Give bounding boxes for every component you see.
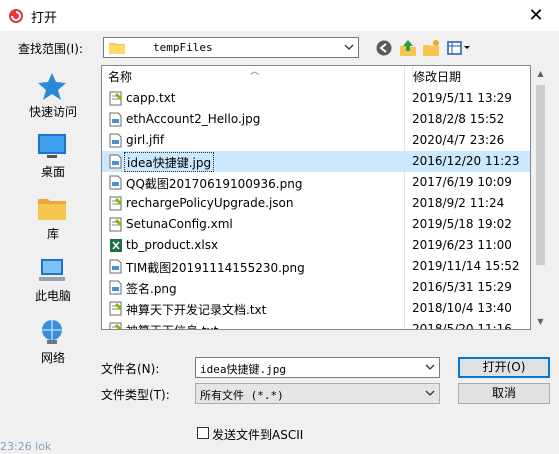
place-quick-access[interactable]: 快速访问: [11, 67, 95, 127]
filetype-select[interactable]: 所有文件 (*.*): [195, 383, 440, 404]
window-title: 打开: [31, 11, 58, 26]
vertical-scrollbar[interactable]: ▲ ▼: [532, 65, 549, 330]
file-row[interactable]: TIM截图20191114155230.png 2019/11/14 15:52: [102, 256, 530, 277]
file-name: 神算天下信息.txt: [126, 322, 218, 329]
app-swirl-icon: [9, 9, 23, 23]
chevron-down-icon: [425, 390, 435, 396]
scroll-up-icon[interactable]: ▲: [532, 65, 549, 82]
filetype-value: 所有文件 (*.*): [200, 389, 284, 402]
place-network[interactable]: 网络: [11, 313, 95, 373]
file-date: 2018/9/2 11:24: [412, 196, 505, 210]
file-name: TIM截图20191114155230.png: [126, 261, 305, 275]
text-file-icon: [109, 196, 123, 211]
place-desktop[interactable]: 桌面: [11, 127, 95, 187]
file-row[interactable]: 神算天下信息.txt 2018/5/20 11:16: [102, 319, 530, 330]
file-row[interactable]: 签名.png 2016/5/31 15:29: [102, 277, 530, 298]
open-button[interactable]: 打开(O): [458, 357, 550, 378]
file-date: 2016/12/20 11:23: [412, 154, 520, 168]
place-label: 桌面: [40, 165, 65, 179]
network-icon: [42, 320, 62, 344]
text-file-icon: [109, 217, 123, 232]
image-file-icon: [109, 133, 123, 148]
file-date: 2018/5/20 11:16: [412, 322, 512, 330]
image-file-icon: [109, 112, 123, 127]
column-header-name[interactable]: 名称: [108, 66, 398, 88]
ascii-label: 发送文件到ASCII: [212, 428, 304, 442]
image-file-icon: [109, 175, 123, 190]
place-label: 此电脑: [34, 289, 71, 303]
scroll-thumb[interactable]: [536, 85, 545, 265]
close-button[interactable]: ✕: [513, 0, 559, 31]
file-row[interactable]: QQ截图20170619100936.png 2017/6/19 10:09: [102, 172, 530, 193]
file-name: rechargePolicyUpgrade.json: [126, 196, 294, 210]
file-name: girl.jfif: [126, 133, 165, 147]
file-row[interactable]: tb_product.xlsx 2019/6/23 11:00: [102, 235, 530, 256]
back-icon[interactable]: [374, 38, 394, 58]
file-name: capp.txt: [126, 91, 176, 105]
chevron-down-icon: [344, 44, 354, 50]
desktop-icon: [38, 134, 66, 158]
file-date: 2019/5/11 13:29: [412, 91, 512, 105]
file-date: 2016/5/31 15:29: [412, 280, 512, 294]
new-folder-icon[interactable]: [421, 38, 441, 58]
file-row[interactable]: 神算天下开发记录文档.txt 2018/10/4 13:40: [102, 298, 530, 319]
excel-file-icon: [109, 238, 123, 253]
place-this-pc[interactable]: 此电脑: [11, 251, 95, 311]
file-name: 签名.png: [126, 282, 177, 296]
background-text: 23:26 lok: [0, 440, 52, 453]
place-library[interactable]: 库: [11, 189, 95, 249]
column-header-date[interactable]: 修改日期: [412, 66, 530, 88]
file-date: 2020/4/7 23:26: [412, 133, 505, 147]
folder-icon: [109, 43, 125, 54]
file-date: 2019/6/23 11:00: [412, 238, 512, 252]
file-name: 神算天下开发记录文档.txt: [126, 303, 267, 317]
file-date: 2019/5/18 19:02: [412, 217, 512, 231]
place-label: 网络: [40, 351, 65, 365]
place-label: 库: [46, 227, 59, 241]
chevron-down-icon[interactable]: [425, 363, 435, 371]
file-row[interactable]: rechargePolicyUpgrade.json 2018/9/2 11:24: [102, 193, 530, 214]
up-folder-icon[interactable]: [398, 38, 418, 58]
file-name: QQ截图20170619100936.png: [126, 177, 303, 191]
file-date: 2018/2/8 15:52: [412, 112, 505, 126]
file-name: ethAccount2_Hello.jpg: [126, 112, 261, 126]
file-date: 2019/11/14 15:52: [412, 259, 520, 273]
filename-value: idea快捷键.jpg: [200, 363, 286, 376]
file-date: 2018/10/4 13:40: [412, 301, 512, 315]
view-menu-icon[interactable]: [446, 38, 472, 58]
file-list[interactable]: ︿ 名称 修改日期 capp.txt 2019/5/11 13:29 ethAcco…: [101, 65, 531, 330]
places-bar: 快速访问 桌面 库 此电脑 网络: [11, 65, 95, 374]
cancel-button[interactable]: 取消: [458, 383, 550, 404]
file-name: SetunaConfig.xml: [126, 217, 233, 231]
file-row[interactable]: capp.txt 2019/5/11 13:29: [102, 88, 530, 109]
file-row-selected[interactable]: idea快捷键.jpg 2016/12/20 11:23: [102, 151, 530, 172]
file-date: 2017/6/19 10:09: [412, 175, 512, 189]
file-row[interactable]: girl.jfif 2020/4/7 23:26: [102, 130, 530, 151]
library-icon: [38, 199, 66, 220]
text-file-icon: [109, 301, 123, 316]
place-label: 快速访问: [28, 105, 77, 119]
file-row[interactable]: SetunaConfig.xml 2019/5/18 19:02: [102, 214, 530, 235]
image-file-icon: [109, 280, 123, 295]
scroll-down-icon[interactable]: ▼: [532, 313, 549, 330]
file-name: tb_product.xlsx: [126, 238, 219, 252]
filetype-label: 文件类型(T):: [101, 388, 170, 402]
lookin-value: tempFiles: [153, 41, 213, 54]
file-name: idea快捷键.jpg: [124, 152, 215, 172]
text-file-icon: [109, 322, 123, 329]
lookin-combo[interactable]: tempFiles: [103, 37, 359, 58]
filename-input[interactable]: idea快捷键.jpg: [195, 357, 440, 378]
ascii-checkbox[interactable]: [197, 427, 209, 439]
text-file-icon: [109, 91, 123, 106]
lookin-label: 查找范围(I):: [18, 42, 83, 56]
filename-label: 文件名(N):: [101, 362, 160, 376]
image-file-icon: [109, 154, 123, 169]
title-bar: 打开 ✕: [0, 0, 559, 31]
star-icon: [38, 73, 66, 100]
file-row[interactable]: ethAccount2_Hello.jpg 2018/2/8 15:52: [102, 109, 530, 130]
image-file-icon: [109, 259, 123, 274]
computer-icon: [39, 259, 65, 281]
